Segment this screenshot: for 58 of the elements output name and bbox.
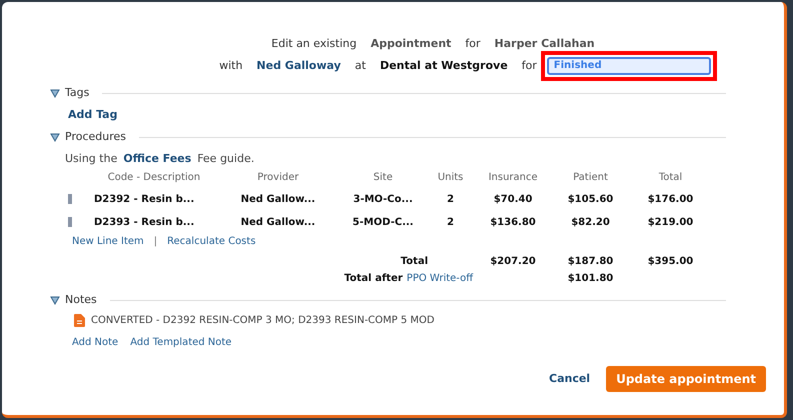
table-cell-text: 2: [446, 192, 455, 206]
column-header: Provider: [256, 171, 300, 185]
total-label: Total: [400, 256, 428, 267]
table-cell-text: Ned Gallow...: [240, 216, 316, 230]
section-title: Notes: [65, 292, 97, 308]
drag-handle-icon[interactable]: [68, 194, 72, 204]
table-cell-text: $219.00: [646, 216, 694, 230]
table-cell-text: 3-MO-Co...: [352, 192, 414, 206]
provider-link[interactable]: Ned Galloway: [256, 59, 341, 73]
column-header: Units: [436, 171, 464, 185]
table-cell-text: D2392 - Resin b...: [93, 192, 196, 206]
column-header: Code - Description: [106, 171, 202, 185]
separator-text: |: [154, 235, 158, 249]
table-cell-text: Ned Gallow...: [240, 192, 316, 206]
total-value: $207.20: [489, 255, 537, 269]
write-off-link[interactable]: PPO Write-off: [406, 271, 473, 286]
collapse-triangle-icon[interactable]: [50, 296, 60, 304]
collapse-triangle-icon[interactable]: [50, 88, 60, 98]
add-note-link[interactable]: Add Templated Note: [130, 335, 232, 350]
header-value: Harper Callahan: [494, 37, 595, 51]
header-value: Dental at Westgrove: [380, 59, 508, 73]
collapse-triangle-icon[interactable]: [50, 133, 60, 142]
add-tag-link[interactable]: Add Tag: [68, 107, 118, 124]
table-cell-text: $105.60: [566, 192, 614, 206]
header-text: with: [219, 59, 243, 73]
column-header: Patient: [572, 171, 609, 185]
total-value: $187.80: [566, 255, 614, 269]
header-text: Edit an existing: [271, 37, 357, 51]
header-text: for: [465, 37, 480, 51]
section-title: Tags: [65, 84, 90, 101]
status-field[interactable]: Finished: [546, 57, 711, 75]
drag-handle-icon[interactable]: [68, 217, 72, 227]
total-value: $395.00: [646, 255, 694, 269]
column-header: Insurance: [487, 171, 539, 185]
new-line-item-link[interactable]: New Line Item: [72, 234, 144, 249]
table-cell-text: $136.80: [489, 216, 537, 230]
total-value: $101.80: [566, 272, 614, 286]
recalculate-link[interactable]: Recalculate Costs: [167, 234, 256, 249]
column-header: Site: [372, 171, 394, 185]
table-cell-text: $176.00: [646, 192, 694, 206]
table-cell-text: $82.20: [570, 216, 611, 230]
fee-guide-text: Using the: [65, 150, 118, 166]
document-icon: [74, 314, 85, 327]
table-cell-text: $70.40: [492, 192, 534, 206]
fee-guide-text: Fee guide.: [197, 150, 254, 166]
section-title: Procedures: [65, 129, 126, 146]
total-after-label: Total after: [344, 272, 403, 286]
note-text: CONVERTED - D2392 RESIN-COMP 3 MO; D2393 RESIN-COMP 5 MOD: [91, 314, 434, 328]
table-cell-text: 5-MOD-C...: [352, 216, 414, 230]
header-text: for: [522, 59, 537, 73]
header-text: at: [354, 59, 366, 73]
table-cell-text: D2393 - Resin b...: [93, 216, 196, 230]
table-cell-text: 2: [446, 216, 455, 230]
header-value: Appointment: [370, 37, 452, 51]
cancel-button[interactable]: Cancel: [549, 370, 590, 388]
fee-guide-link[interactable]: Office Fees: [123, 150, 192, 167]
column-header: Total: [658, 171, 684, 185]
add-note-link[interactable]: Add Note: [72, 335, 118, 350]
